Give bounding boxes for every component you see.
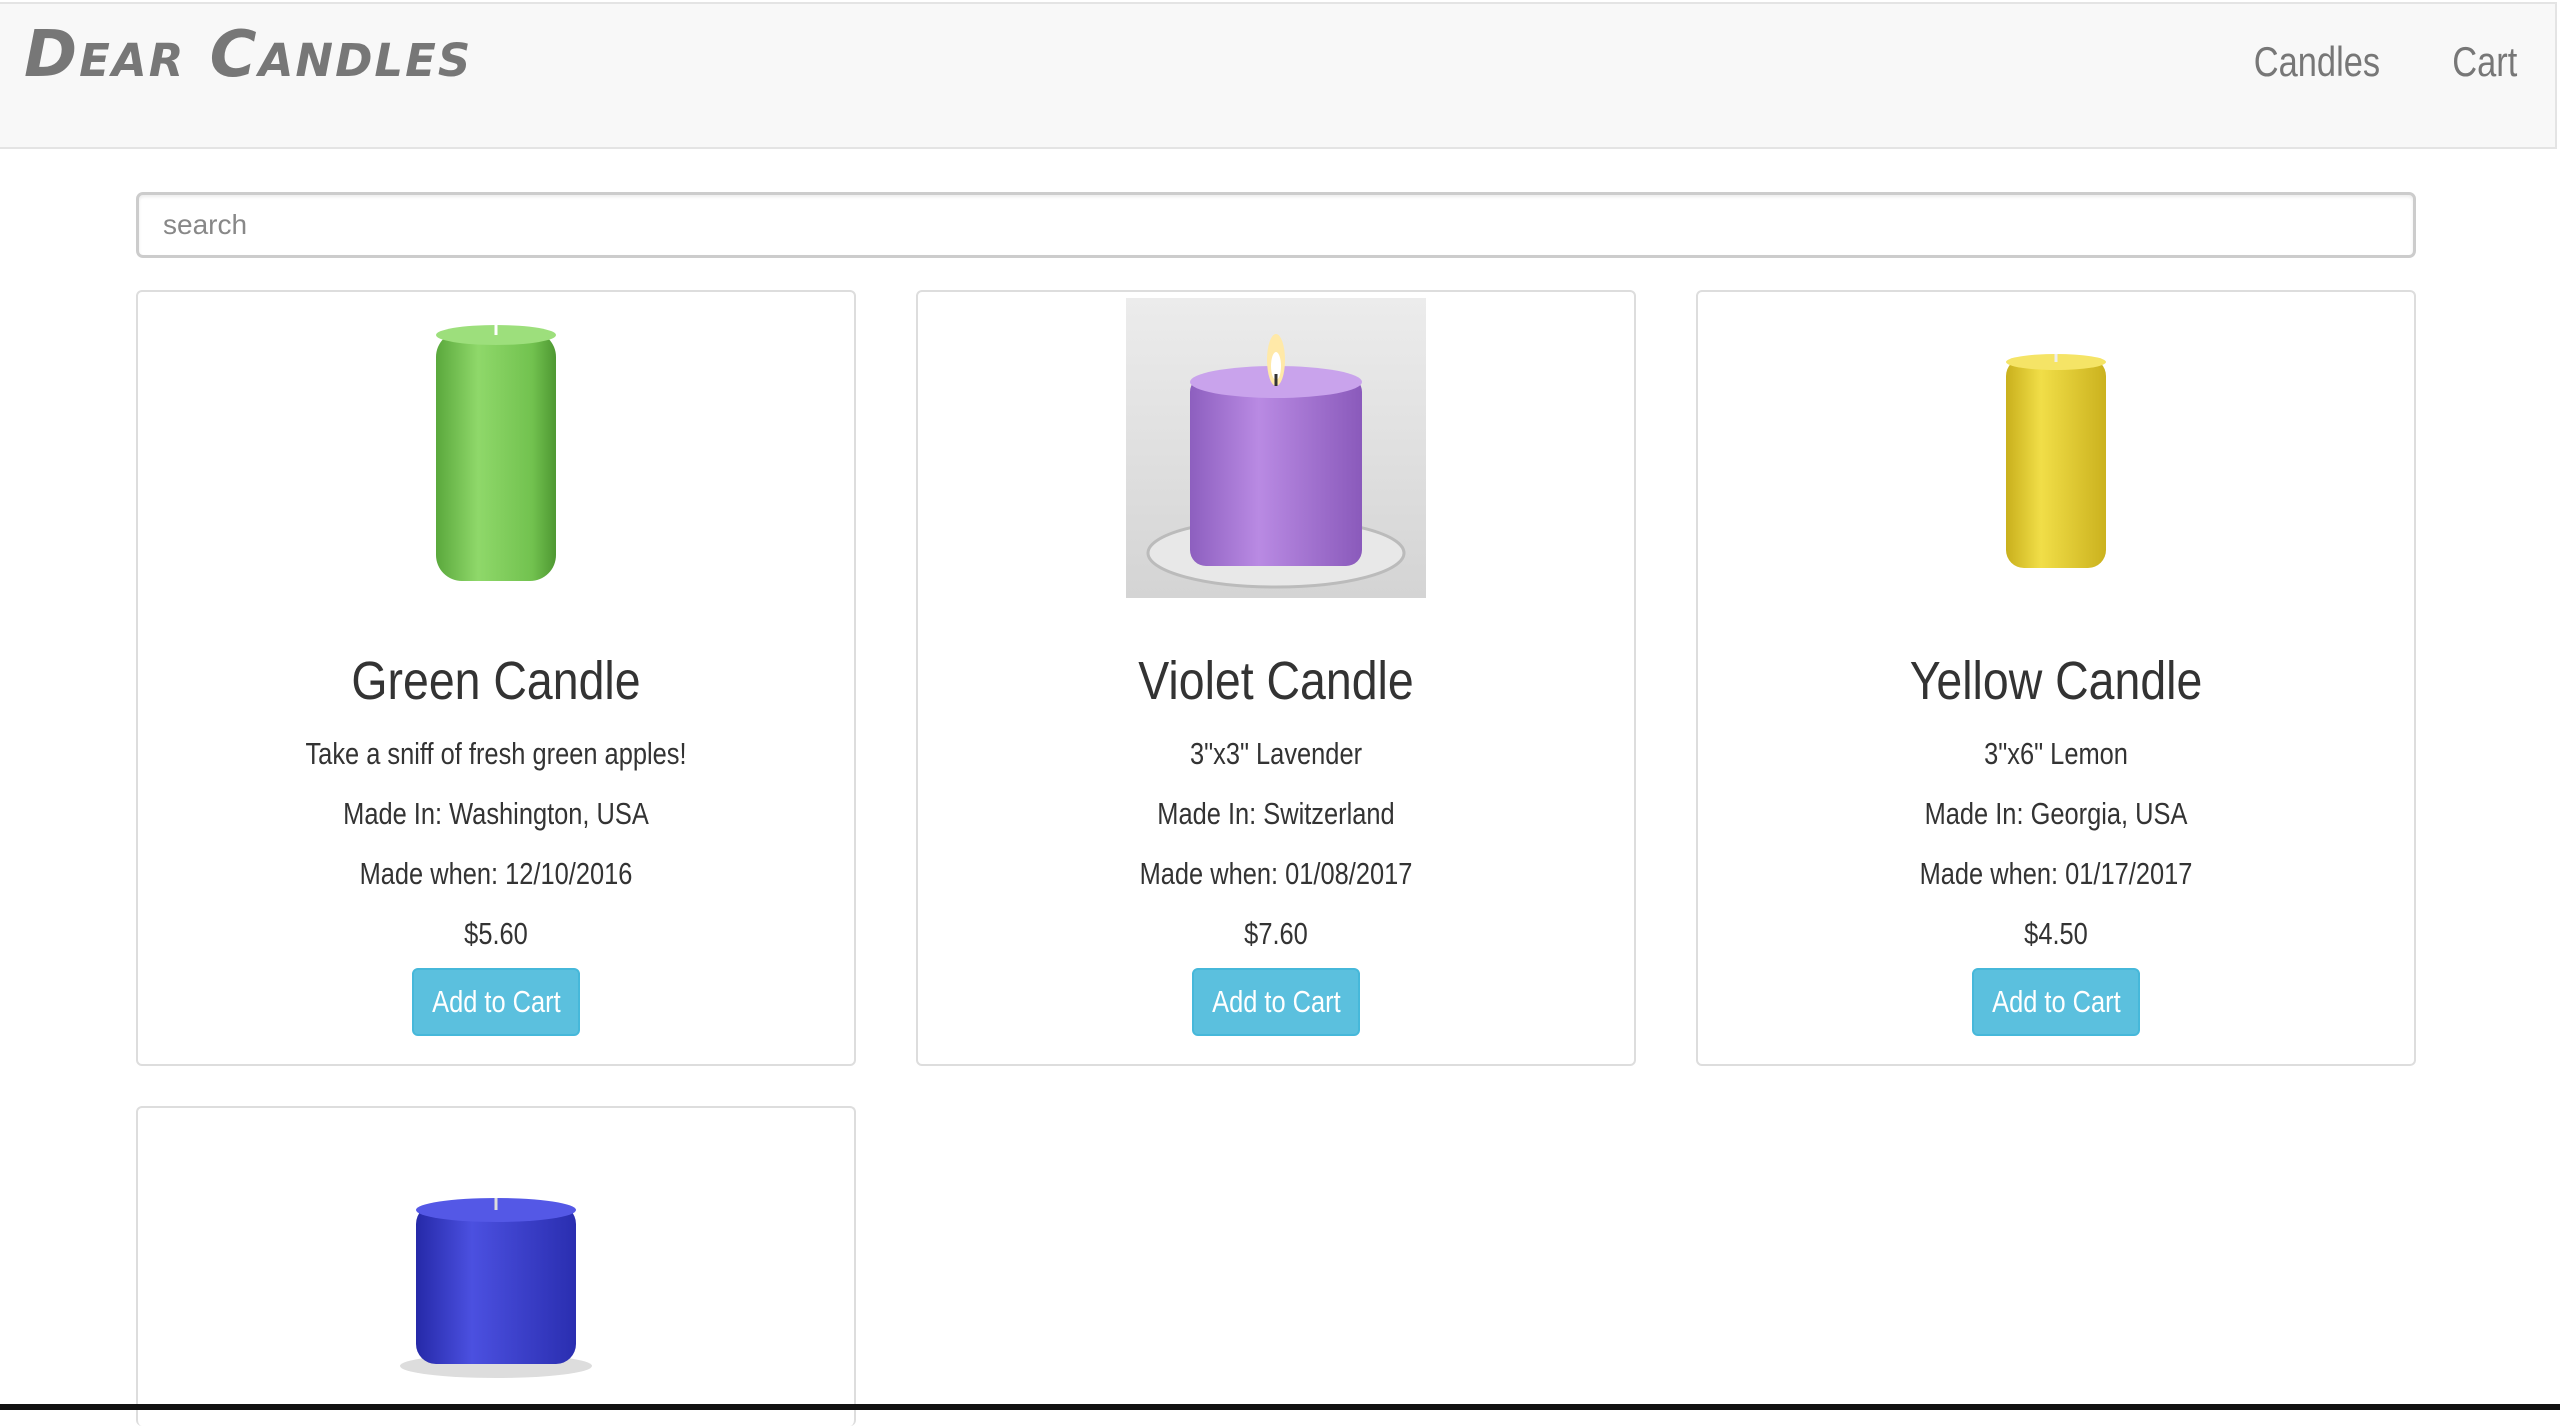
product-card-violet: Violet Candle 3"x3" Lavender Made In: Sw… bbox=[916, 290, 1636, 1066]
product-origin: Made In: Georgia, USA bbox=[1924, 796, 2188, 831]
nav-link-candles[interactable]: Candles bbox=[2253, 38, 2379, 86]
navbar: Dear Candles Candles Cart bbox=[0, 2, 2557, 149]
product-price: $5.60 bbox=[464, 916, 528, 951]
product-image-green-candle bbox=[138, 298, 854, 598]
product-price: $4.50 bbox=[2024, 916, 2088, 951]
product-image-violet-candle bbox=[918, 298, 1634, 598]
product-date: Made when: 01/08/2017 bbox=[1139, 856, 1413, 891]
product-image-yellow-candle bbox=[1698, 298, 2414, 598]
product-origin: Made In: Switzerland bbox=[1157, 796, 1395, 831]
search-input[interactable] bbox=[136, 192, 2416, 258]
product-description: 3"x6" Lemon bbox=[1984, 736, 2128, 771]
product-card-blue bbox=[136, 1106, 856, 1426]
product-title: Violet Candle bbox=[1138, 651, 1414, 711]
product-card-yellow: Yellow Candle 3"x6" Lemon Made In: Georg… bbox=[1696, 290, 2416, 1066]
add-to-cart-label: Add to Cart bbox=[1991, 984, 2121, 1019]
add-to-cart-button[interactable]: Add to Cart bbox=[1192, 968, 1360, 1036]
add-to-cart-label: Add to Cart bbox=[431, 984, 561, 1019]
add-to-cart-button[interactable]: Add to Cart bbox=[1972, 968, 2140, 1036]
product-card-green: Green Candle Take a sniff of fresh green… bbox=[136, 290, 856, 1066]
brand-logo[interactable]: Dear Candles bbox=[24, 18, 472, 92]
nav-link-cart[interactable]: Cart bbox=[2452, 38, 2517, 86]
product-title: Green Candle bbox=[351, 651, 641, 711]
add-to-cart-button[interactable]: Add to Cart bbox=[412, 968, 580, 1036]
product-date: Made when: 12/10/2016 bbox=[359, 856, 633, 891]
product-image-blue-candle bbox=[138, 1114, 854, 1414]
add-to-cart-label: Add to Cart bbox=[1211, 984, 1341, 1019]
product-description: Take a sniff of fresh green apples! bbox=[305, 736, 687, 771]
product-title: Yellow Candle bbox=[1909, 651, 2203, 711]
product-date: Made when: 01/17/2017 bbox=[1919, 856, 2193, 891]
nav-links: Candles Cart bbox=[2226, 38, 2517, 86]
product-description: 3"x3" Lavender bbox=[1189, 736, 1363, 771]
product-price: $7.60 bbox=[1244, 916, 1308, 951]
product-origin: Made In: Washington, USA bbox=[343, 796, 649, 831]
window-bottom-edge bbox=[0, 1404, 2560, 1410]
